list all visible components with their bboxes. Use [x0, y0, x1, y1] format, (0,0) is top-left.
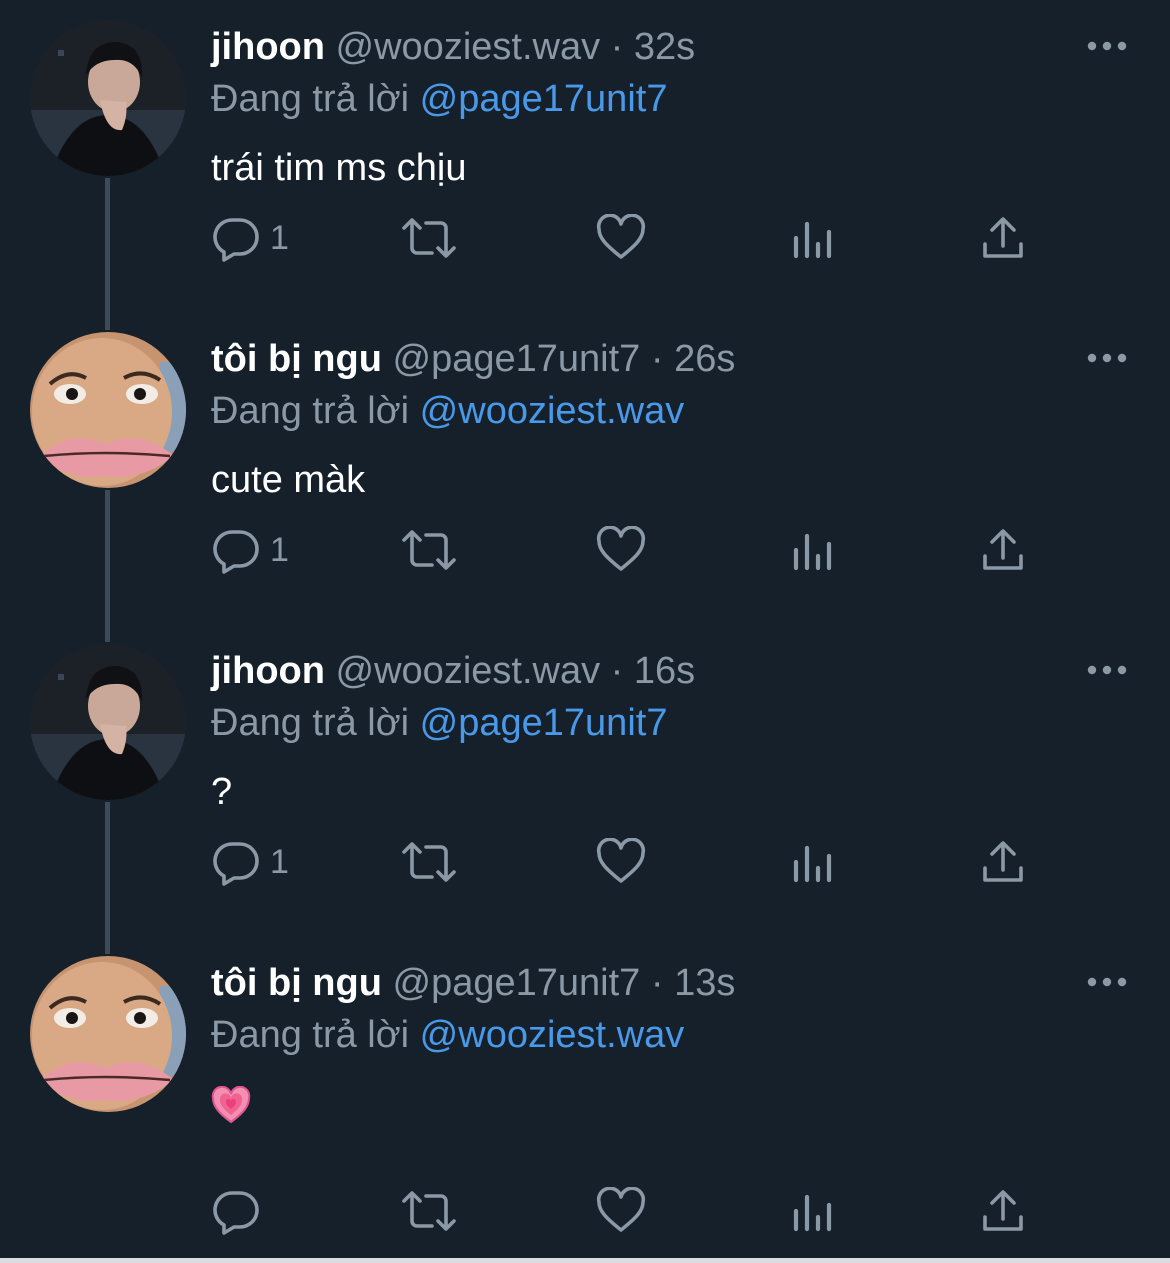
tweet-header: jihoon @wooziest.wav · 32s: [211, 22, 695, 72]
tweet-header: jihoon @wooziest.wav · 16s: [211, 646, 695, 696]
heart-outline-icon: [596, 526, 646, 571]
heart-outline-icon: [596, 1187, 646, 1232]
retweet-icon: [402, 530, 456, 570]
mention-link[interactable]: @page17unit7: [420, 78, 668, 120]
retweet-icon: [402, 842, 456, 882]
share-button[interactable]: [980, 832, 1026, 892]
retweet-button[interactable]: [400, 520, 458, 580]
tweet-text: [211, 1076, 251, 1132]
mention-link[interactable]: @wooziest.wav: [420, 390, 685, 432]
replying-to: Đang trả lời @page17unit7: [211, 74, 667, 124]
reply-count: 1: [270, 530, 289, 569]
meme-face-avatar-image: [30, 956, 186, 1112]
growing-pink-heart-icon: [211, 1085, 251, 1124]
share-button[interactable]: [980, 520, 1026, 580]
tweet-thread: jihoon @wooziest.wav · 32s Đang trả lời …: [0, 0, 1170, 1258]
tweet-actions: 1: [0, 520, 1170, 580]
more-dots-icon[interactable]: [1086, 972, 1128, 992]
avatar[interactable]: [30, 20, 186, 176]
views-chart-icon: [793, 221, 832, 259]
bottom-divider: [0, 1258, 1170, 1263]
reply-bubble-icon: [213, 218, 259, 262]
reply-button[interactable]: 1: [212, 520, 289, 580]
retweet-icon: [402, 218, 456, 258]
views-button[interactable]: [792, 832, 834, 892]
share-upload-icon: [983, 1190, 1023, 1231]
replying-to-label: Đang trả lời: [211, 78, 410, 120]
reply-bubble-icon: [213, 530, 259, 574]
heart-outline-icon: [596, 214, 646, 259]
replying-to: Đang trả lời @wooziest.wav: [211, 1010, 684, 1060]
replying-to-label: Đang trả lời: [211, 1014, 410, 1056]
display-name[interactable]: jihoon: [211, 650, 325, 692]
tweet-actions: 1: [0, 208, 1170, 268]
like-button[interactable]: [596, 1181, 646, 1241]
replying-to-label: Đang trả lời: [211, 702, 410, 744]
display-name[interactable]: tôi bị ngu: [211, 962, 382, 1004]
tweet-header: tôi bị ngu @page17unit7 · 26s: [211, 334, 735, 384]
share-upload-icon: [983, 841, 1023, 882]
replying-to-label: Đang trả lời: [211, 390, 410, 432]
tweet[interactable]: jihoon @wooziest.wav · 16s Đang trả lời …: [0, 624, 1170, 936]
views-button[interactable]: [792, 520, 834, 580]
reply-button[interactable]: 1: [212, 832, 289, 892]
tweet-actions: [0, 1181, 1170, 1241]
avatar[interactable]: [30, 332, 186, 488]
display-name[interactable]: tôi bị ngu: [211, 338, 382, 380]
retweet-button[interactable]: [400, 1181, 458, 1241]
like-button[interactable]: [596, 832, 646, 892]
more-dots-icon[interactable]: [1086, 660, 1128, 680]
like-button[interactable]: [596, 208, 646, 268]
jihoon-avatar-image: [30, 644, 186, 800]
tweet-text: trái tim ms chịu: [211, 147, 467, 189]
reply-button[interactable]: [212, 1181, 260, 1241]
mention-link[interactable]: @page17unit7: [420, 702, 668, 744]
retweet-button[interactable]: [400, 832, 458, 892]
like-button[interactable]: [596, 520, 646, 580]
reply-bubble-icon: [213, 842, 259, 886]
meme-face-avatar-image: [30, 332, 186, 488]
avatar[interactable]: [30, 644, 186, 800]
reply-count: 1: [270, 218, 289, 257]
jihoon-avatar-image: [30, 20, 186, 176]
reply-count: 1: [270, 842, 289, 881]
tweet[interactable]: tôi bị ngu @page17unit7 · 26s Đang trả l…: [0, 312, 1170, 624]
handle-timestamp: @wooziest.wav · 16s: [335, 650, 696, 692]
avatar[interactable]: [30, 956, 186, 1112]
handle-timestamp: @page17unit7 · 13s: [392, 962, 736, 1004]
mention-link[interactable]: @wooziest.wav: [420, 1014, 685, 1056]
views-chart-icon: [793, 533, 832, 571]
share-upload-icon: [983, 529, 1023, 570]
tweet-header: tôi bị ngu @page17unit7 · 13s: [211, 958, 735, 1008]
more-dots-icon[interactable]: [1086, 348, 1128, 368]
display-name[interactable]: jihoon: [211, 26, 325, 68]
more-dots-icon[interactable]: [1086, 36, 1128, 56]
views-chart-icon: [793, 845, 832, 883]
handle-timestamp: @wooziest.wav · 32s: [335, 26, 696, 68]
reply-bubble-icon: [213, 1191, 259, 1235]
handle-timestamp: @page17unit7 · 26s: [392, 338, 736, 380]
tweet-text: cute màk: [211, 459, 366, 501]
share-button[interactable]: [980, 1181, 1026, 1241]
views-chart-icon: [793, 1194, 832, 1232]
retweet-icon: [402, 1191, 456, 1231]
share-button[interactable]: [980, 208, 1026, 268]
tweet[interactable]: tôi bị ngu @page17unit7 · 13s Đang trả l…: [0, 936, 1170, 1248]
replying-to: Đang trả lời @wooziest.wav: [211, 386, 684, 436]
tweet[interactable]: jihoon @wooziest.wav · 32s Đang trả lời …: [0, 0, 1170, 312]
views-button[interactable]: [792, 208, 834, 268]
reply-button[interactable]: 1: [212, 208, 289, 268]
retweet-button[interactable]: [400, 208, 458, 268]
replying-to: Đang trả lời @page17unit7: [211, 698, 667, 748]
heart-outline-icon: [596, 838, 646, 883]
tweet-actions: 1: [0, 832, 1170, 892]
tweet-text: ?: [211, 771, 233, 813]
share-upload-icon: [983, 217, 1023, 258]
views-button[interactable]: [792, 1181, 834, 1241]
